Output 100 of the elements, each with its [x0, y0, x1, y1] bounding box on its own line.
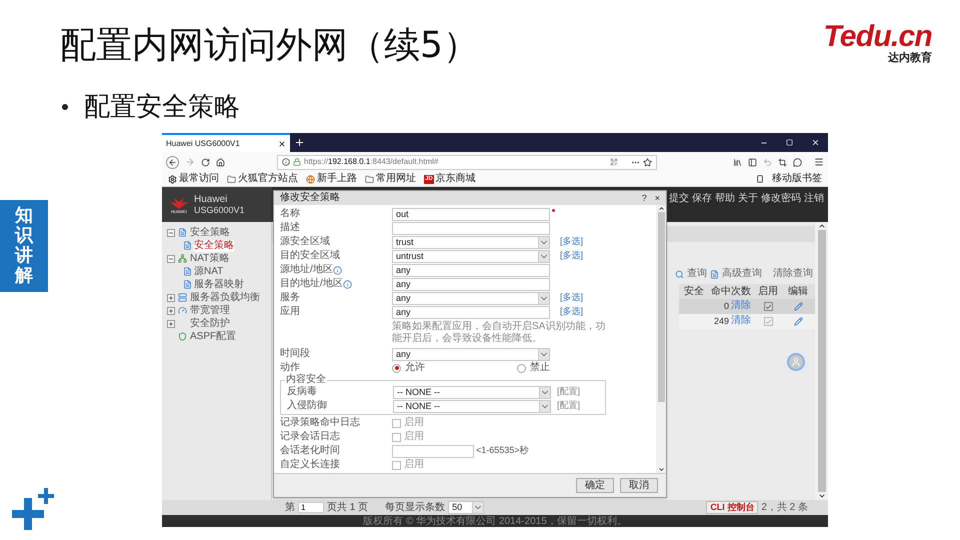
phone-icon — [756, 175, 764, 183]
checkbox[interactable] — [392, 418, 401, 428]
header-link[interactable]: 保存 — [692, 193, 712, 205]
configure-link[interactable]: [配置] — [557, 399, 580, 413]
server-icon — [178, 293, 187, 302]
scrollbar-thumb[interactable] — [818, 230, 826, 492]
header-link[interactable]: 帮助 — [715, 193, 735, 205]
close-button[interactable]: × — [654, 192, 660, 204]
document-icon — [183, 241, 192, 250]
checkbox-label: 启用 — [404, 417, 424, 429]
scrollbar-thumb[interactable] — [658, 212, 664, 402]
help-button[interactable]: ? — [642, 192, 647, 204]
new-tab-icon[interactable] — [294, 137, 305, 148]
nav-item[interactable]: 安全策略 — [190, 226, 230, 238]
library-icon[interactable] — [733, 158, 742, 166]
header-link[interactable]: 修改密码 — [761, 193, 801, 205]
nav-item[interactable]: 服务器映射 — [194, 278, 244, 290]
nav-item[interactable]: 安全策略 — [194, 240, 234, 252]
text-field[interactable]: any — [392, 306, 550, 318]
checkbox[interactable] — [764, 302, 772, 311]
bookmark-star-icon[interactable] — [643, 158, 652, 166]
per-page-select[interactable]: 50 — [448, 501, 484, 514]
header-link[interactable]: 关于 — [738, 193, 758, 205]
field-label: 目的安全区域 — [280, 249, 341, 263]
reload-icon[interactable] — [201, 158, 210, 166]
menu-icon[interactable] — [814, 157, 824, 167]
field-label: 应用 — [280, 305, 301, 319]
radio-button[interactable] — [517, 364, 526, 372]
scroll-up-icon[interactable] — [818, 222, 826, 230]
expander-icon[interactable] — [167, 320, 175, 328]
scroll-down-icon[interactable] — [658, 466, 664, 473]
cli-console-button[interactable]: CLI 控制台 — [706, 501, 758, 514]
nav-item[interactable]: 源NAT — [194, 266, 224, 278]
crop-icon[interactable] — [778, 158, 787, 166]
gauge-icon — [178, 306, 187, 315]
edit-icon[interactable] — [794, 302, 802, 311]
header-link[interactable]: 提交 — [669, 193, 689, 205]
bookmark-link[interactable]: 移动版书签 — [772, 173, 822, 185]
close-icon[interactable] — [278, 140, 286, 148]
text-field[interactable]: any — [392, 278, 550, 290]
browser-tab[interactable]: Huawei USG6000V1 — [162, 133, 290, 152]
select-field[interactable]: -- NONE -- — [393, 400, 551, 412]
radio-label: 禁止 — [530, 362, 550, 374]
scroll-up-icon[interactable] — [658, 205, 664, 212]
settings-icon — [168, 174, 177, 184]
field-label: 目的地址/地区 — [280, 277, 392, 291]
field-label: 记录策略命中日志 — [280, 416, 361, 430]
multi-select-link[interactable]: [多选] — [560, 291, 584, 305]
expander-icon[interactable] — [167, 228, 175, 236]
bookmark-link[interactable]: 最常访问 — [179, 173, 219, 185]
cancel-button[interactable]: 取消 — [620, 478, 658, 493]
expander-icon[interactable] — [167, 306, 175, 314]
search-link[interactable]: 查询 — [687, 268, 707, 280]
ok-button[interactable]: 确定 — [576, 478, 614, 493]
chat-icon[interactable] — [793, 158, 802, 166]
multi-select-link[interactable]: [多选] — [560, 249, 584, 263]
number-field[interactable] — [392, 444, 474, 458]
multi-select-link[interactable]: [多选] — [560, 235, 584, 249]
home-icon[interactable] — [216, 158, 225, 166]
maximize-icon[interactable] — [786, 139, 793, 146]
header-link[interactable]: 注销 — [804, 193, 824, 205]
bookmark-link[interactable]: 京东商城 — [436, 173, 476, 185]
sidebar-icon[interactable] — [748, 158, 757, 166]
multi-select-link[interactable]: [多选] — [560, 305, 584, 319]
checkbox[interactable] — [392, 460, 401, 470]
page-field[interactable]: 1 — [298, 502, 324, 513]
select-field[interactable]: any — [392, 292, 550, 304]
table-row[interactable]: 0 清除 — [679, 299, 815, 314]
nav-item[interactable]: ASPF配置 — [190, 330, 236, 342]
nav-item[interactable]: NAT策略 — [190, 252, 230, 264]
copyright-text: 版权所有 © 华为技术有限公司 2014-2015，保留一切权利。 — [363, 516, 627, 526]
configure-link[interactable]: [配置] — [557, 385, 580, 399]
bookmark-link[interactable]: 火狐官方站点 — [238, 173, 298, 185]
field-label: 会话老化时间 — [280, 444, 341, 458]
slide-title: 配置内网访问外网（续5） — [60, 24, 479, 68]
select-field[interactable]: trust — [392, 236, 550, 248]
select-field[interactable]: -- NONE -- — [393, 386, 551, 398]
nav-item[interactable]: 带宽管理 — [190, 304, 230, 316]
select-field[interactable]: untrust — [392, 250, 550, 262]
expander-icon[interactable] — [167, 294, 175, 302]
checkbox[interactable] — [392, 432, 401, 442]
select-field[interactable]: any — [392, 348, 550, 360]
qr-code-icon[interactable] — [610, 158, 618, 166]
bookmark-link[interactable]: 新手上路 — [317, 173, 357, 185]
nav-item[interactable]: 服务器负载均衡 — [190, 292, 260, 304]
expander-icon[interactable] — [167, 254, 175, 262]
advanced-search-link[interactable]: 高级查询 — [722, 268, 762, 280]
address-bar[interactable]: https://192.168.0.1:8443/default.html# — [277, 154, 657, 170]
text-field[interactable]: any — [392, 264, 550, 276]
lock-icon — [293, 158, 301, 166]
back-icon[interactable] — [166, 156, 179, 168]
text-field[interactable]: out — [392, 208, 550, 220]
logo-tagline: 达内教育 — [888, 52, 932, 65]
radio-button[interactable] — [392, 364, 401, 372]
scroll-down-icon[interactable] — [818, 492, 826, 500]
text-field[interactable] — [392, 222, 550, 234]
field-label: 入侵防御 — [287, 400, 328, 412]
nav-item[interactable]: 安全防护 — [190, 318, 230, 330]
clear-search-link[interactable]: 清除查询 — [773, 268, 813, 280]
bookmark-link[interactable]: 常用网址 — [376, 173, 416, 185]
